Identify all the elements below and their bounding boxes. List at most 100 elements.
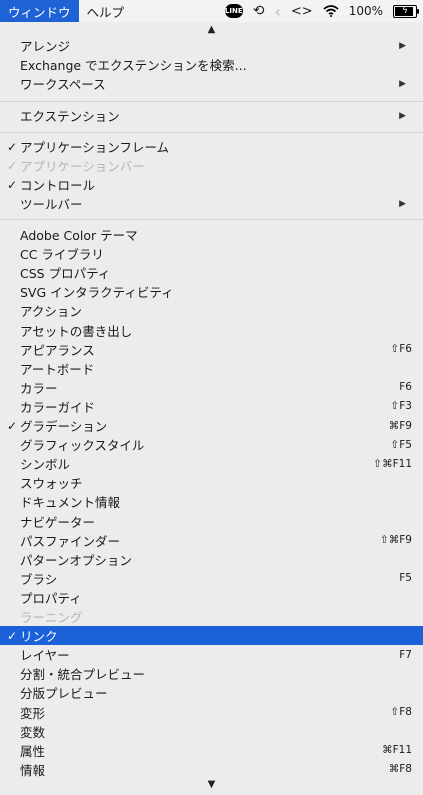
- menu-item-label: 属性: [20, 743, 46, 759]
- menu-item[interactable]: CC ライブラリ: [0, 244, 423, 263]
- menu-separator: [0, 219, 423, 220]
- keyboard-shortcut: F6: [399, 381, 412, 394]
- menu-separator: [0, 132, 423, 133]
- menu-separator: [0, 101, 423, 102]
- menu-item-label: 情報: [20, 762, 46, 778]
- menu-item[interactable]: アートボード: [0, 359, 423, 378]
- menu-item[interactable]: ナビゲーター: [0, 512, 423, 531]
- scroll-up-arrow-icon[interactable]: ▲: [0, 25, 423, 35]
- checkmark-icon: ✓: [6, 628, 18, 643]
- keyboard-shortcut: ⇧F5: [390, 438, 412, 451]
- menu-item[interactable]: アピアランス ⇧F6: [0, 340, 423, 359]
- menu-item-label: アプリケーションバー: [20, 159, 145, 175]
- menu-item[interactable]: ツールバー ▶: [0, 194, 423, 213]
- checkmark-icon: ✓: [6, 139, 18, 154]
- menu-item[interactable]: プロパティ: [0, 588, 423, 607]
- menu-item[interactable]: ブラシ F5: [0, 569, 423, 588]
- menu-item-label: カラーガイド: [20, 399, 96, 415]
- menu-item-label: ドキュメント情報: [20, 495, 121, 511]
- menu-item-label: スウォッチ: [20, 476, 83, 492]
- menu-item-label: ナビゲーター: [20, 514, 96, 530]
- menu-item-label: アートボード: [20, 361, 95, 377]
- submenu-arrow-icon: ▶: [399, 40, 406, 51]
- submenu-arrow-icon: ▶: [399, 78, 406, 89]
- menu-help[interactable]: ヘルプ: [79, 0, 133, 22]
- menu-item[interactable]: CSS プロパティ: [0, 263, 423, 282]
- menu-item[interactable]: ドキュメント情報: [0, 492, 423, 511]
- menu-item[interactable]: 属性 ⌘F11: [0, 741, 423, 760]
- menu-bar: ウィンドウ ヘルプ LINE ⟲ ‹ <> 100% ϟ: [0, 0, 423, 23]
- menu-item-label: 変数: [20, 724, 46, 740]
- keyboard-shortcut: ⌘F9: [388, 419, 412, 432]
- menu-item[interactable]: 変数: [0, 722, 423, 741]
- menu-item[interactable]: カラー F6: [0, 378, 423, 397]
- keyboard-shortcut: ⇧⌘F9: [379, 534, 412, 547]
- checkmark-icon: ✓: [6, 418, 18, 433]
- menu-item-label: 分版プレビュー: [20, 686, 108, 702]
- menu-item-label: ツールバー: [20, 197, 83, 213]
- menu-item[interactable]: アレンジ ▶: [0, 36, 423, 55]
- menu-item[interactable]: SVG インタラクティビティ: [0, 282, 423, 301]
- menu-item-label: プロパティ: [20, 590, 82, 606]
- menu-item[interactable]: シンボル ⇧⌘F11: [0, 454, 423, 473]
- menu-item-label: Adobe Color テーマ: [20, 228, 138, 243]
- menu-item-label: エクステンション: [20, 109, 120, 124]
- line-icon[interactable]: LINE: [224, 4, 243, 18]
- battery-icon[interactable]: ϟ: [393, 4, 419, 18]
- menu-item[interactable]: Adobe Color テーマ: [0, 225, 423, 244]
- charging-icon: ϟ: [402, 5, 408, 16]
- menu-item-label: アプリケーションフレーム: [20, 140, 170, 155]
- menu-item[interactable]: アセットの書き出し: [0, 321, 423, 340]
- keyboard-shortcut: ⌘F8: [388, 763, 412, 776]
- menu-item[interactable]: 分割・統合プレビュー: [0, 664, 423, 683]
- menu-item[interactable]: グラフィックスタイル ⇧F5: [0, 435, 423, 454]
- menu-item[interactable]: 情報 ⌘F8: [0, 760, 423, 779]
- menu-item[interactable]: 分版プレビュー: [0, 683, 423, 702]
- menu-item[interactable]: カラーガイド ⇧F3: [0, 397, 423, 416]
- menu-item-label: アクション: [20, 304, 82, 320]
- menu-item[interactable]: ✓ リンク: [0, 626, 423, 646]
- keyboard-shortcut: ⇧F6: [390, 343, 412, 356]
- menu-item-label: アセットの書き出し: [20, 323, 133, 339]
- scroll-down-arrow-icon[interactable]: ▼: [0, 780, 423, 790]
- menu-item[interactable]: Exchange でエクステンションを検索...: [0, 55, 423, 74]
- keyboard-shortcut: ⌘F11: [382, 744, 412, 757]
- menu-window[interactable]: ウィンドウ: [0, 0, 79, 22]
- menu-item[interactable]: スウォッチ: [0, 473, 423, 492]
- code-icon[interactable]: <>: [291, 4, 313, 19]
- menu-item[interactable]: エクステンション ▶: [0, 106, 423, 125]
- menu-item[interactable]: パターンオプション: [0, 550, 423, 569]
- menu-item: ✓ アプリケーションバー: [0, 156, 423, 175]
- menu-item[interactable]: 変形 ⇧F8: [0, 703, 423, 722]
- time-machine-icon[interactable]: ⟲: [253, 3, 265, 19]
- menu-item-label: 分割・統合プレビュー: [20, 667, 146, 683]
- menu-item-label: ブラシ: [20, 571, 58, 587]
- window-menu-dropdown: ▲ アレンジ ▶ Exchange でエクステンションを検索... ワークスペース ▶ エ…: [0, 22, 423, 795]
- menu-item-label: シンボル: [20, 457, 71, 473]
- battery-percent: 100%: [348, 4, 383, 18]
- menu-item[interactable]: アクション: [0, 301, 423, 320]
- menu-item[interactable]: レイヤー F7: [0, 645, 423, 664]
- submenu-arrow-icon: ▶: [399, 198, 406, 209]
- keyboard-shortcut: F7: [399, 648, 412, 661]
- keyboard-shortcut: ⇧F3: [390, 400, 412, 413]
- menu-item[interactable]: ✓ コントロール: [0, 175, 423, 194]
- menu-item-label: レイヤー: [20, 648, 70, 664]
- menu-item[interactable]: パスファインダー ⇧⌘F9: [0, 531, 423, 550]
- menu-item-label: ワークスペース: [20, 77, 106, 93]
- back-icon[interactable]: ‹: [274, 2, 280, 21]
- menu-item-label: CC ライブラリ: [20, 247, 104, 263]
- checkmark-icon: ✓: [6, 158, 18, 173]
- status-area: LINE ⟲ ‹ <> 100% ϟ: [224, 0, 423, 22]
- wifi-icon[interactable]: [323, 5, 339, 17]
- menu-item-label: 変形: [20, 705, 46, 721]
- menu-item[interactable]: ✓ グラデーション ⌘F9: [0, 416, 423, 435]
- menu-item[interactable]: ワークスペース ▶: [0, 74, 423, 93]
- menu-item-label: Exchange でエクステンションを検索...: [20, 58, 247, 74]
- menu-item[interactable]: ✓ アプリケーションフレーム: [0, 137, 423, 156]
- submenu-arrow-icon: ▶: [399, 110, 406, 121]
- checkmark-icon: ✓: [6, 177, 18, 192]
- menu-item-label: リンク: [20, 629, 58, 645]
- menu-item-label: アレンジ: [20, 39, 71, 54]
- menu-item-label: ラーニング: [20, 610, 83, 625]
